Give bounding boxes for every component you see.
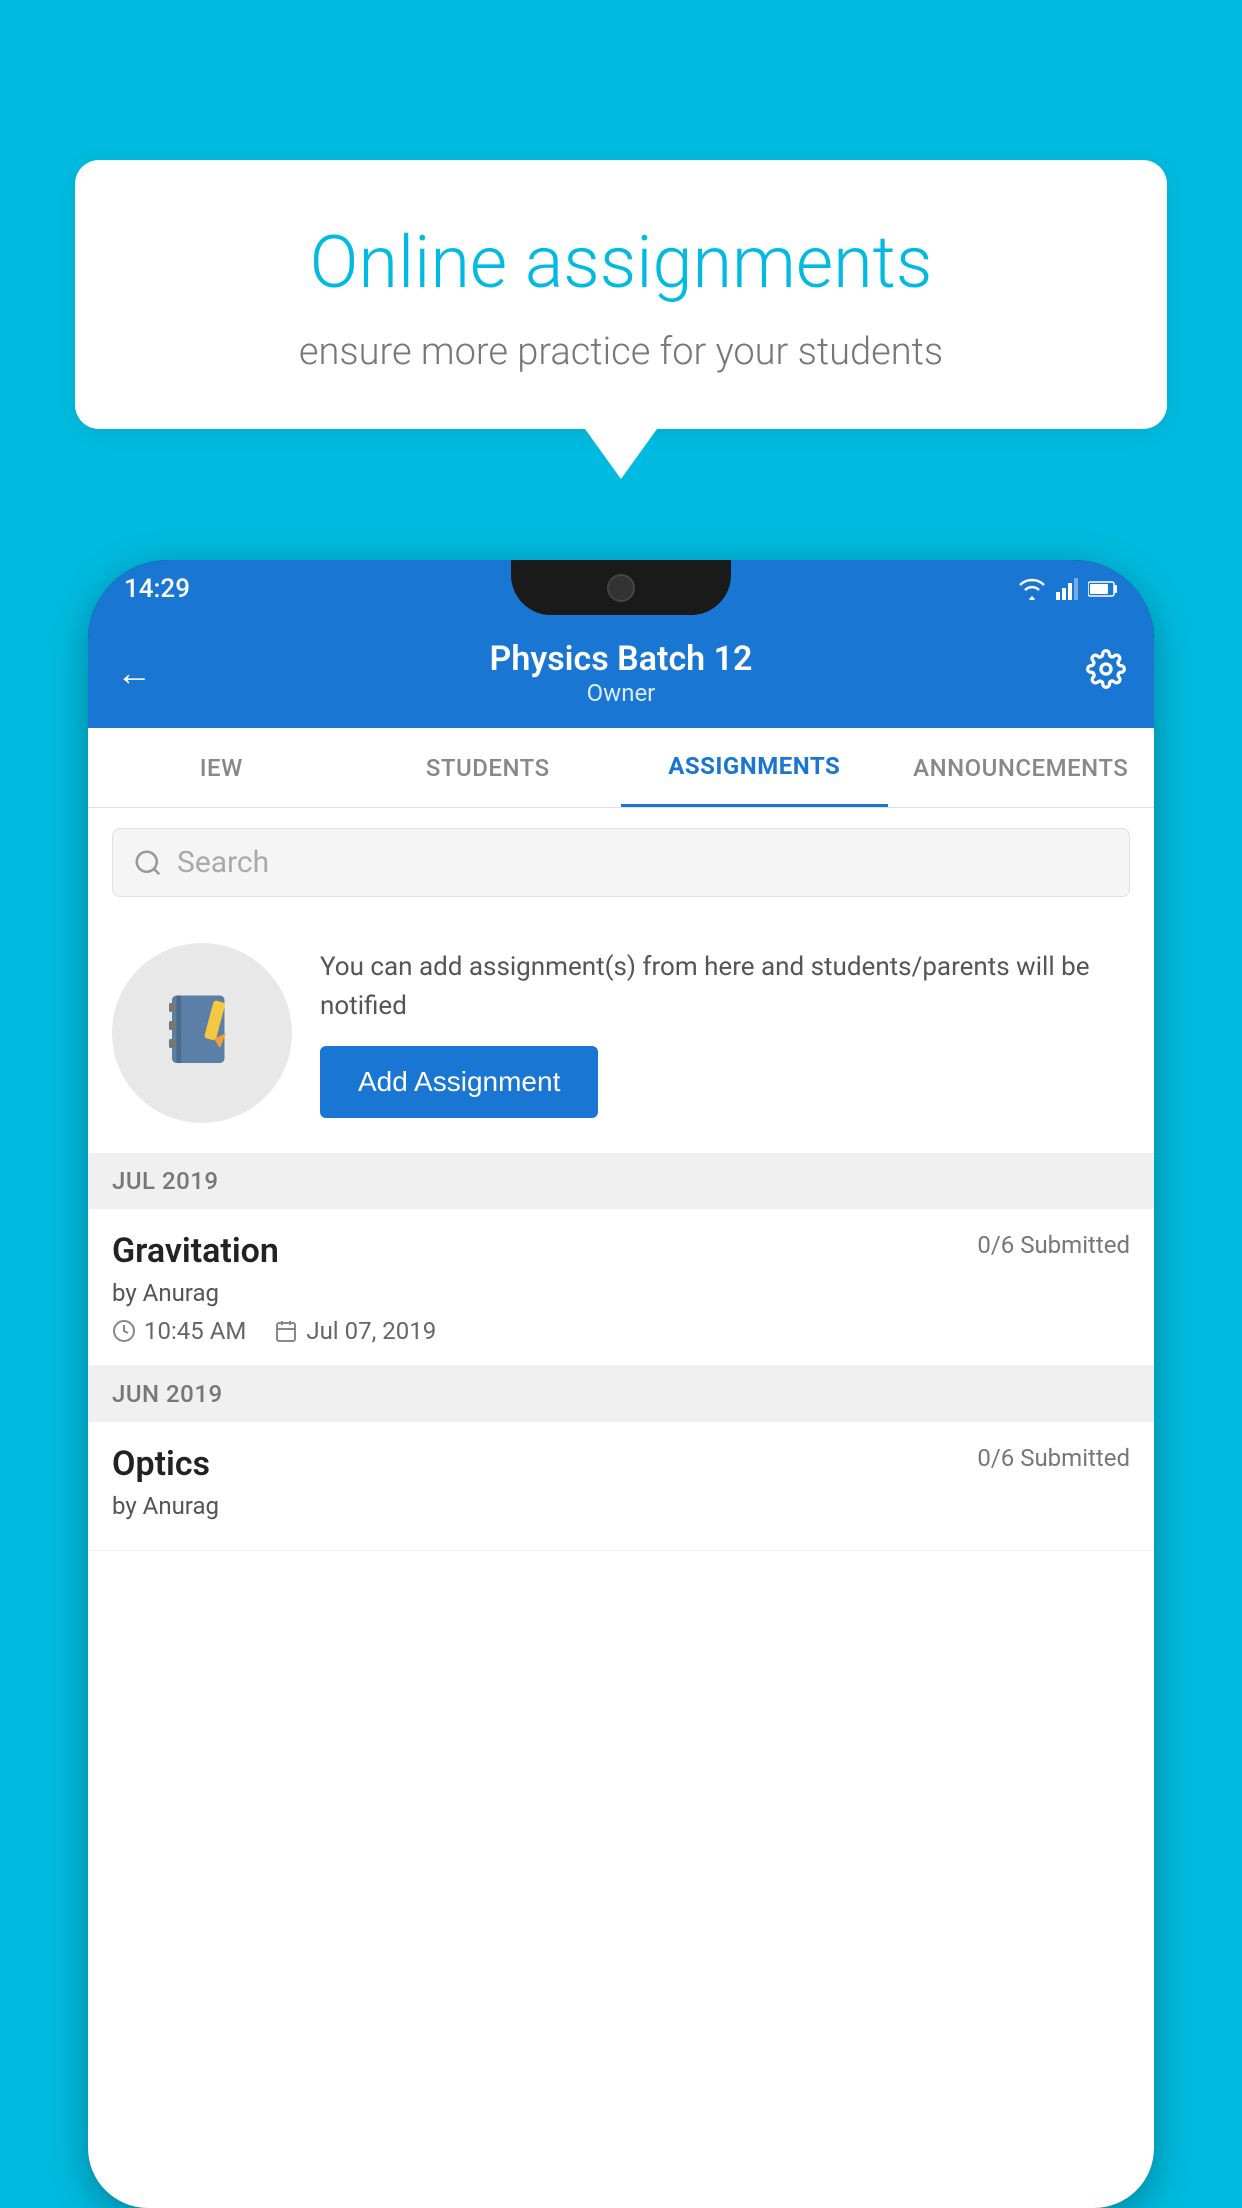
assignment-time-gravitation: 10:45 AM — [144, 1317, 246, 1345]
promo-section: You can add assignment(s) from here and … — [88, 913, 1154, 1153]
add-assignment-button[interactable]: Add Assignment — [320, 1046, 598, 1118]
assignment-item-gravitation[interactable]: Gravitation 0/6 Submitted by Anurag 10:4… — [88, 1209, 1154, 1366]
phone-frame: 14:29 ← Phys — [88, 560, 1154, 2208]
header-title-container: Physics Batch 12 Owner — [490, 639, 753, 707]
app-header: ← Physics Batch 12 Owner — [88, 618, 1154, 728]
wifi-icon — [1018, 578, 1046, 600]
assignment-submitted-optics: 0/6 Submitted — [977, 1444, 1130, 1472]
search-icon — [133, 848, 163, 878]
search-placeholder: Search — [177, 845, 269, 880]
header-subtitle: Owner — [490, 679, 753, 707]
clock-icon — [112, 1319, 136, 1343]
speech-bubble: Online assignments ensure more practice … — [75, 160, 1167, 429]
speech-bubble-title: Online assignments — [145, 220, 1097, 306]
signal-icon — [1056, 578, 1078, 600]
assignment-item-optics[interactable]: Optics 0/6 Submitted by Anurag — [88, 1422, 1154, 1551]
notebook-icon — [157, 988, 247, 1078]
speech-bubble-subtitle: ensure more practice for your students — [145, 330, 1097, 374]
assignment-header-row: Gravitation 0/6 Submitted — [112, 1231, 1130, 1271]
promo-text: You can add assignment(s) from here and … — [320, 948, 1130, 1026]
battery-icon — [1088, 580, 1118, 598]
assignment-by-optics: by Anurag — [112, 1492, 1130, 1520]
tabs-bar: IEW STUDENTS ASSIGNMENTS ANNOUNCEMENTS — [88, 728, 1154, 808]
settings-button[interactable] — [1086, 649, 1126, 698]
section-header-jun2019: JUN 2019 — [88, 1366, 1154, 1422]
tab-students[interactable]: STUDENTS — [355, 728, 622, 807]
promo-icon-circle — [112, 943, 292, 1123]
meta-time-gravitation: 10:45 AM — [112, 1317, 246, 1345]
assignment-name-gravitation: Gravitation — [112, 1231, 279, 1271]
calendar-icon — [274, 1319, 298, 1343]
assignment-meta-gravitation: 10:45 AM Jul 07, 2019 — [112, 1317, 1130, 1345]
phone-notch — [511, 560, 731, 615]
search-bar[interactable]: Search — [112, 828, 1130, 897]
status-time: 14:29 — [124, 574, 190, 604]
speech-bubble-container: Online assignments ensure more practice … — [75, 160, 1167, 479]
header-title: Physics Batch 12 — [490, 639, 753, 679]
section-header-jul2019: JUL 2019 — [88, 1153, 1154, 1209]
speech-bubble-arrow — [585, 429, 657, 479]
back-button[interactable]: ← — [116, 652, 152, 694]
tab-iew[interactable]: IEW — [88, 728, 355, 807]
search-container: Search — [88, 808, 1154, 913]
assignment-header-row-optics: Optics 0/6 Submitted — [112, 1444, 1130, 1484]
promo-text-container: You can add assignment(s) from here and … — [320, 948, 1130, 1118]
phone-camera — [607, 574, 635, 602]
status-icons — [1018, 578, 1118, 600]
assignment-submitted-gravitation: 0/6 Submitted — [977, 1231, 1130, 1259]
tab-assignments[interactable]: ASSIGNMENTS — [621, 728, 888, 807]
assignment-by-gravitation: by Anurag — [112, 1279, 1130, 1307]
tab-announcements[interactable]: ANNOUNCEMENTS — [888, 728, 1155, 807]
meta-date-gravitation: Jul 07, 2019 — [274, 1317, 436, 1345]
assignment-name-optics: Optics — [112, 1444, 210, 1484]
assignment-date-gravitation: Jul 07, 2019 — [306, 1317, 436, 1345]
content-area: Search You can add assignment(s) — [88, 808, 1154, 2208]
